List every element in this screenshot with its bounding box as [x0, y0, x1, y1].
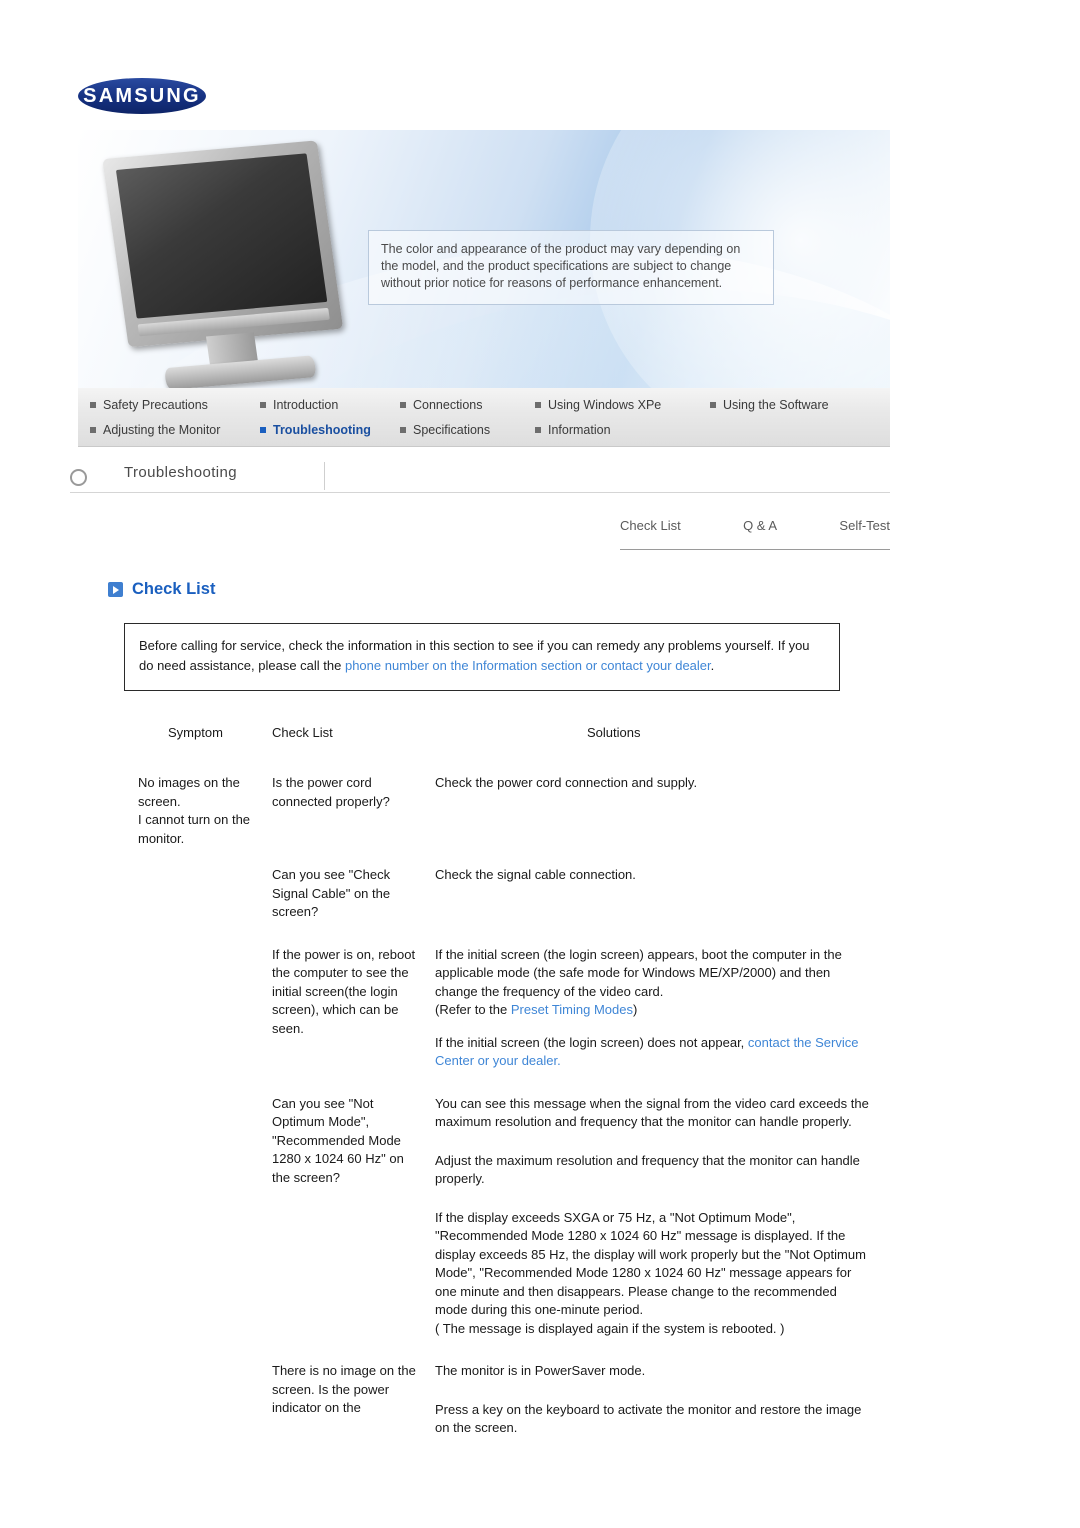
table-row: No images on the screen. I cannot turn o… — [124, 774, 884, 848]
cell-checklist: There is no image on the screen. Is the … — [272, 1363, 416, 1415]
header-solutions: Solutions — [587, 724, 641, 740]
tab-self-test[interactable]: Self-Test — [839, 518, 890, 533]
nav-label: Safety Precautions — [103, 397, 208, 412]
solution-paragraph: If the initial screen (the login screen)… — [435, 946, 842, 999]
nav-label: Adjusting the Monitor — [103, 422, 221, 437]
cell-checklist: Can you see "Not Optimum Mode", "Recomme… — [272, 1095, 404, 1185]
preset-timing-modes-link[interactable]: Preset Timing Modes — [511, 1002, 633, 1017]
nav-label: Connections — [413, 397, 483, 412]
banner-caption: The color and appearance of the product … — [368, 230, 774, 305]
nav-label: Using Windows XPe — [548, 397, 662, 412]
section-header: Troubleshooting — [70, 462, 890, 498]
nav-label: Using the Software — [723, 397, 829, 412]
bullet-icon — [260, 401, 266, 408]
monitor-bezel — [102, 140, 344, 348]
checklist-table: Symptom Check List Solutions No images o… — [124, 716, 884, 1438]
nav-item-using-windows-xpe[interactable]: Using Windows XPe — [535, 392, 710, 417]
page-title: Check List — [132, 580, 216, 598]
contact-prefix: If the initial screen (the login screen)… — [435, 1034, 748, 1050]
cell-solutions: The monitor is in PowerSaver mode. Press… — [435, 1362, 884, 1438]
circle-icon — [70, 469, 87, 486]
nav-item-safety-precautions[interactable]: Safety Precautions — [78, 392, 260, 417]
bullet-icon — [710, 401, 716, 408]
ref-prefix: (Refer to the — [435, 1002, 511, 1017]
divider-vertical — [324, 462, 325, 490]
arrow-right-icon — [108, 582, 123, 597]
bullet-icon — [535, 426, 541, 433]
logo-text: SAMSUNG — [83, 85, 201, 107]
product-banner: The color and appearance of the product … — [78, 130, 890, 388]
nav-label: Information — [548, 422, 611, 437]
nav-label: Troubleshooting — [273, 422, 371, 437]
section-title: Troubleshooting — [124, 464, 238, 481]
nav-row-1: Safety Precautions Introduction Connecti… — [78, 392, 890, 417]
table-row: If the power is on, reboot the computer … — [124, 946, 884, 1071]
nav-label: Specifications — [413, 422, 491, 437]
samsung-logo: SAMSUNG — [78, 78, 206, 114]
tab-check-list[interactable]: Check List — [620, 518, 681, 533]
solution-paragraph: If the display exceeds SXGA or 75 Hz, a … — [435, 1209, 866, 1318]
monitor-illustration — [102, 139, 363, 388]
nav-label: Introduction — [273, 397, 339, 412]
nav-item-adjusting-the-monitor[interactable]: Adjusting the Monitor — [78, 417, 260, 442]
table-row: There is no image on the screen. Is the … — [124, 1362, 884, 1438]
cell-symptom — [124, 946, 272, 1071]
solution-paragraph: The monitor is in PowerSaver mode. — [435, 1363, 646, 1378]
ref-suffix: ) — [632, 1002, 638, 1017]
nav-item-using-the-software[interactable]: Using the Software — [710, 392, 829, 417]
nav-row-2: Adjusting the Monitor Troubleshooting Sp… — [78, 417, 890, 442]
nav-item-information[interactable]: Information — [535, 417, 710, 442]
bullet-icon — [90, 401, 96, 408]
divider-horizontal — [70, 492, 890, 493]
sub-tabs-underline — [620, 549, 890, 550]
header-symptom: Symptom — [168, 724, 223, 740]
cell-solutions: Check the signal cable connection. — [435, 867, 636, 882]
bullet-icon — [260, 426, 266, 433]
header-checklist: Check List — [272, 724, 333, 740]
monitor-screen — [115, 153, 328, 319]
solution-paragraph: Adjust the maximum resolution and freque… — [435, 1152, 860, 1187]
solution-paragraph: ( The message is displayed again if the … — [435, 1320, 785, 1336]
bullet-icon — [90, 426, 96, 433]
intro-box: Before calling for service, check the in… — [124, 623, 840, 691]
nav-item-introduction[interactable]: Introduction — [260, 392, 400, 417]
nav-item-troubleshooting[interactable]: Troubleshooting — [260, 417, 400, 442]
nav-item-connections[interactable]: Connections — [400, 392, 535, 417]
intro-link[interactable]: phone number on the Information section … — [345, 658, 711, 673]
nav-item-specifications[interactable]: Specifications — [400, 417, 535, 442]
intro-text-after: . — [710, 658, 715, 673]
cell-solutions: You can see this message when the signal… — [435, 1095, 884, 1339]
table-row: Can you see "Check Signal Cable" on the … — [124, 866, 884, 922]
cell-symptom — [124, 1362, 272, 1438]
solution-paragraph: You can see this message when the signal… — [435, 1095, 869, 1130]
solution-paragraph-contact: If the initial screen (the login screen)… — [435, 1034, 872, 1071]
sub-tabs-list: Check List Q & A Self-Test — [620, 518, 890, 533]
solution-paragraph: Press a key on the keyboard to activate … — [435, 1401, 862, 1436]
tab-q-and-a[interactable]: Q & A — [743, 518, 777, 533]
bullet-icon — [535, 401, 541, 408]
cell-symptom: No images on the screen. I cannot turn o… — [138, 775, 251, 846]
sub-tabs: Check List Q & A Self-Test — [620, 518, 890, 552]
page-title-group: Check List — [108, 580, 215, 599]
bullet-icon — [400, 426, 406, 433]
document-page: SAMSUNG The color and appearance of the … — [0, 0, 1080, 1528]
cell-solutions: Check the power cord connection and supp… — [435, 775, 698, 790]
cell-checklist: Is the power cord connected properly? — [272, 775, 390, 809]
bullet-icon — [400, 401, 406, 408]
main-navigation: Safety Precautions Introduction Connecti… — [78, 388, 890, 447]
table-header-row: Symptom Check List Solutions — [124, 716, 884, 750]
solution-paragraph-ref: (Refer to the Preset Timing Modes) — [435, 1001, 872, 1020]
cell-checklist: Can you see "Check Signal Cable" on the … — [272, 867, 391, 919]
cell-checklist: If the power is on, reboot the computer … — [272, 946, 416, 1036]
table-row: Can you see "Not Optimum Mode", "Recomme… — [124, 1095, 884, 1339]
cell-solutions: If the initial screen (the login screen)… — [435, 946, 884, 1071]
cell-symptom — [124, 1095, 272, 1339]
cell-symptom — [124, 866, 272, 922]
